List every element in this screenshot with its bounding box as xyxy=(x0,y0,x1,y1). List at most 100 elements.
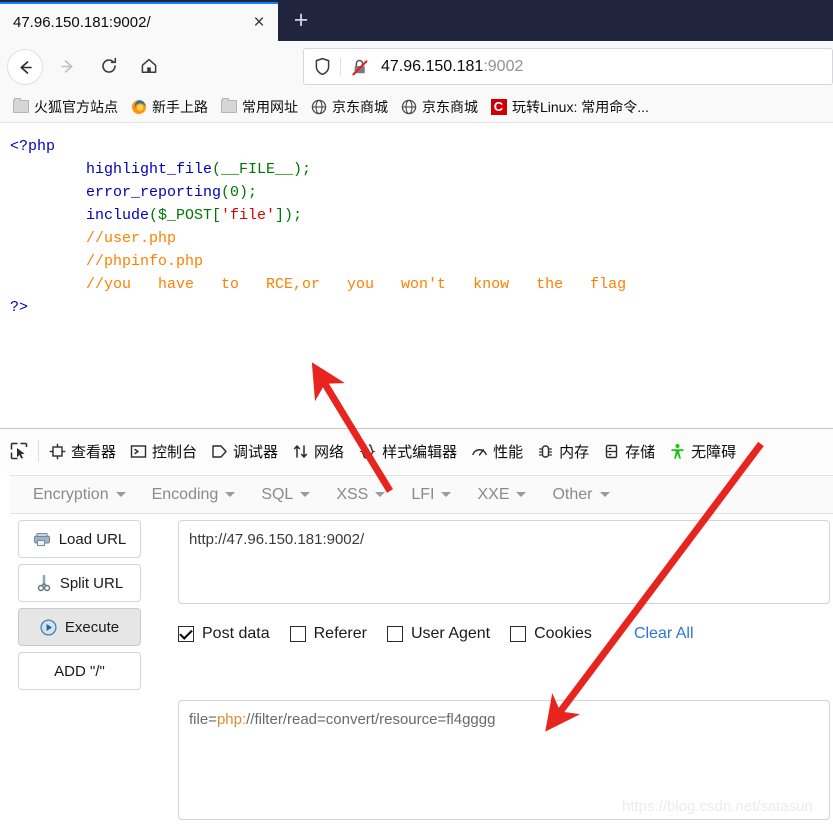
back-arrow-icon xyxy=(16,58,35,77)
devtools-tab-label: 查看器 xyxy=(71,443,117,461)
shield-icon[interactable] xyxy=(314,57,331,76)
code-args-2: (0) xyxy=(221,184,249,201)
checkbox-label: Referer xyxy=(313,625,367,642)
hackbar-menu-label: XSS xyxy=(336,485,369,503)
address-port: :9002 xyxy=(483,57,524,75)
devtools-tab-label: 网络 xyxy=(314,443,345,461)
back-button[interactable] xyxy=(7,49,43,85)
devtools-tab-network[interactable]: 网络 xyxy=(285,429,351,473)
hackbar-menu-encoding[interactable]: Encoding xyxy=(139,486,249,504)
folder-icon xyxy=(12,98,29,115)
chevron-down-icon xyxy=(225,492,236,497)
cookies-checkbox[interactable]: Cookies xyxy=(510,625,592,643)
hackbar-menu-sql[interactable]: SQL xyxy=(248,486,323,504)
checkbox-box xyxy=(289,626,306,642)
hackbar-options-row: Post data Referer User Agent Cookies Cle… xyxy=(178,619,830,649)
post-data-prefix: file= xyxy=(189,711,217,728)
forward-arrow-icon xyxy=(58,57,77,76)
network-icon xyxy=(292,443,309,460)
hackbar-menu-xxe[interactable]: XXE xyxy=(464,486,539,504)
php-open-tag: <?php xyxy=(10,138,56,155)
devtools-tab-console[interactable]: 控制台 xyxy=(123,429,204,473)
checkbox-label: Cookies xyxy=(534,625,592,642)
hackbar-menu-lfi[interactable]: LFI xyxy=(398,486,464,504)
forward-button xyxy=(50,49,84,83)
devtools-tab-performance[interactable]: 性能 xyxy=(464,429,530,473)
checkbox-box xyxy=(386,626,403,642)
storage-icon xyxy=(603,443,620,460)
code-func-highlight-file: highlight_file xyxy=(86,161,213,178)
split-url-button[interactable]: Split URL xyxy=(18,564,141,602)
php-close-tag: ?> xyxy=(10,299,29,316)
referer-checkbox[interactable]: Referer xyxy=(289,625,367,643)
checkbox-box xyxy=(510,626,527,642)
devtools-tab-debugger[interactable]: 调试器 xyxy=(204,429,285,473)
add-slash-button[interactable]: ADD "/" xyxy=(18,652,141,690)
hackbar-menu-other[interactable]: Other xyxy=(539,486,622,504)
devtools-tab-style-editor[interactable]: 样式编辑器 xyxy=(351,429,464,473)
memory-icon xyxy=(537,443,554,460)
console-icon xyxy=(130,443,147,460)
user-agent-checkbox[interactable]: User Agent xyxy=(386,625,491,643)
button-label: ADD "/" xyxy=(54,662,105,680)
home-button[interactable] xyxy=(132,49,166,83)
performance-icon xyxy=(471,443,488,460)
bookmark-item[interactable]: 京东商城 xyxy=(394,95,484,119)
devtools-tab-storage[interactable]: 存储 xyxy=(596,429,662,473)
hackbar-menu-encryption[interactable]: Encryption xyxy=(20,486,139,504)
bookmark-label: 京东商城 xyxy=(422,98,478,115)
php-source-code: <?php highlight_file(__FILE__); error_re… xyxy=(10,135,626,319)
code-semi-1: ; xyxy=(302,161,312,178)
post-data-scheme: php: xyxy=(216,711,247,728)
chevron-down-icon xyxy=(516,492,527,497)
lock-crossed-insecure-icon[interactable] xyxy=(350,57,370,77)
reload-button[interactable] xyxy=(92,49,126,83)
code-args-1: (__FILE__) xyxy=(212,161,303,178)
hackbar-body: Load URL Split URL Execute ADD "/" http:… xyxy=(0,514,833,825)
bookmark-label: 玩转Linux: 常用命令... xyxy=(512,98,649,115)
element-picker-icon[interactable] xyxy=(0,429,38,473)
close-icon[interactable]: × xyxy=(248,12,270,34)
code-semi-2: ; xyxy=(248,184,258,201)
bookmark-item[interactable]: 新手上路 xyxy=(124,95,214,119)
checkbox-label: User Agent xyxy=(410,625,491,642)
devtools-tab-memory[interactable]: 内存 xyxy=(530,429,596,473)
bookmark-item[interactable]: C 玩转Linux: 常用命令... xyxy=(484,95,655,119)
browser-tab[interactable]: 47.96.150.181:9002/ × xyxy=(0,2,278,41)
post-data-rest: //filter/read=convert/resource=fl4gggg xyxy=(246,711,496,728)
hackbar-menu-label: SQL xyxy=(261,485,294,503)
chevron-down-icon xyxy=(300,492,311,497)
post-data-checkbox[interactable]: Post data xyxy=(178,625,270,643)
code-semi-3: ; xyxy=(293,207,303,224)
bookmark-item[interactable]: 常用网址 xyxy=(214,95,304,119)
url-input-value: http://47.96.150.181:9002/ xyxy=(189,531,365,548)
devtools-tab-inspector[interactable]: 查看器 xyxy=(42,429,123,473)
devtools-tab-accessibility[interactable]: 无障碍 xyxy=(662,429,743,473)
checkbox-box-checked xyxy=(178,625,194,642)
bookmark-label: 新手上路 xyxy=(152,98,208,115)
bookmark-item[interactable]: 火狐官方站点 xyxy=(6,95,124,119)
code-args-3-open: ($_POST[ xyxy=(149,207,222,224)
devtools-tab-label: 样式编辑器 xyxy=(382,443,458,461)
bookmark-label: 火狐官方站点 xyxy=(34,98,118,115)
hackbar-menu-label: Encoding xyxy=(151,485,219,503)
execute-button[interactable]: Execute xyxy=(18,608,141,646)
hackbar-menu-label: Encryption xyxy=(33,485,109,503)
browser-nav-toolbar: 47.96.150.181:9002 xyxy=(0,41,833,91)
watermark: https://blog.csdn.net/satasun xyxy=(622,798,813,815)
chevron-down-icon xyxy=(375,492,386,497)
devtools-tab-label: 控制台 xyxy=(152,443,198,461)
devtools-divider xyxy=(38,440,39,462)
hackbar-menu-label: XXE xyxy=(477,485,510,503)
url-input[interactable]: http://47.96.150.181:9002/ xyxy=(178,520,830,604)
bookmark-item[interactable]: 京东商城 xyxy=(304,95,394,119)
hackbar-menu-label: LFI xyxy=(411,485,435,503)
checkbox-label: Post data xyxy=(202,625,270,642)
clear-all-link[interactable]: Clear All xyxy=(634,625,694,643)
load-url-button[interactable]: Load URL xyxy=(18,520,141,558)
devtools-tab-label: 无障碍 xyxy=(691,443,737,461)
button-label: Execute xyxy=(64,618,120,636)
new-tab-button[interactable]: + xyxy=(288,8,314,34)
address-bar[interactable]: 47.96.150.181:9002 xyxy=(303,48,833,85)
hackbar-menu-xss[interactable]: XSS xyxy=(323,486,398,504)
